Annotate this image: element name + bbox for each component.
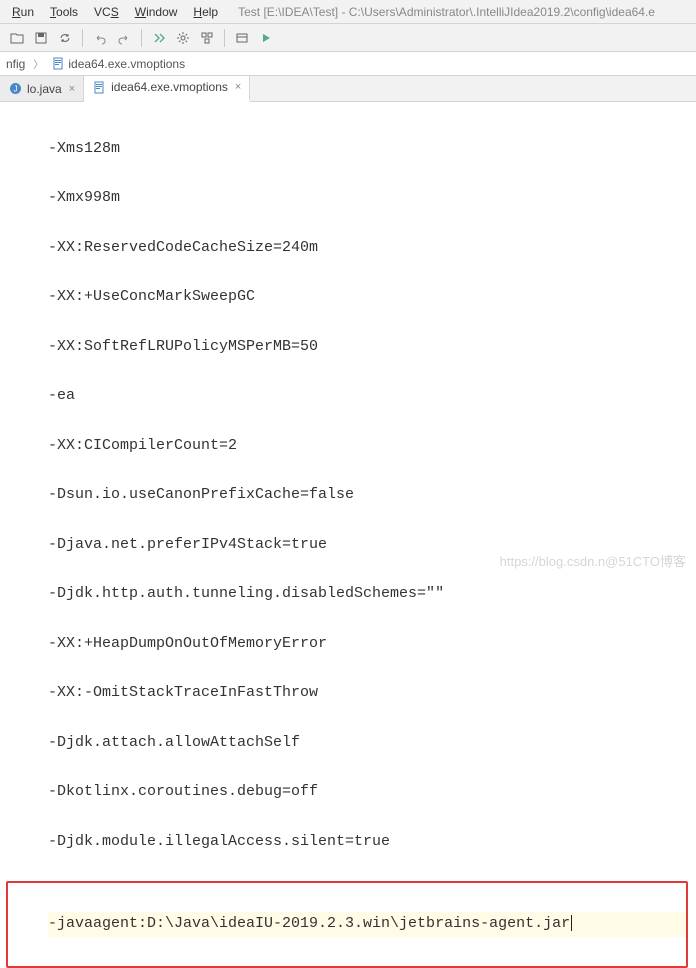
svg-text:J: J: [13, 85, 17, 94]
text-cursor: [571, 915, 572, 931]
editor-line: -XX:SoftRefLRUPolicyMSPerMB=50: [48, 335, 692, 360]
editor-line: -Xmx998m: [48, 186, 692, 211]
redo-icon[interactable]: [113, 27, 135, 49]
editor-line: -ea: [48, 384, 692, 409]
editor-line: -Djdk.module.illegalAccess.silent=true: [48, 830, 692, 855]
breadcrumb-label: nfig: [6, 57, 25, 71]
structure-icon[interactable]: [196, 27, 218, 49]
settings-icon[interactable]: [172, 27, 194, 49]
editor-line: -Djava.net.preferIPv4Stack=true: [48, 533, 692, 558]
toolbar-separator: [224, 29, 225, 47]
chevron-right-icon: 〉: [33, 56, 43, 71]
file-icon: [51, 57, 65, 71]
file-icon: [92, 80, 106, 94]
editor-line: -XX:ReservedCodeCacheSize=240m: [48, 236, 692, 261]
menu-tools[interactable]: Tools: [44, 3, 84, 21]
editor-area[interactable]: -Xms128m -Xmx998m -XX:ReservedCodeCacheS…: [0, 102, 696, 576]
menu-window[interactable]: Window: [129, 3, 184, 21]
editor-line: -XX:+HeapDumpOnOutOfMemoryError: [48, 632, 692, 657]
toolbar-separator: [141, 29, 142, 47]
sync-icon[interactable]: [54, 27, 76, 49]
toolbar-separator: [82, 29, 83, 47]
run-icon[interactable]: [255, 27, 277, 49]
menu-bar: Run Tools VCS Window Help Test [E:\IDEA\…: [0, 0, 696, 24]
editor-line: -Djdk.attach.allowAttachSelf: [48, 731, 692, 756]
breadcrumb-item[interactable]: idea64.exe.vmoptions: [47, 57, 189, 71]
highlighted-annotation: -javaagent:D:\Java\ideaIU-2019.2.3.win\j…: [6, 881, 688, 967]
menu-help[interactable]: Help: [187, 3, 224, 21]
close-icon[interactable]: ×: [69, 83, 75, 95]
breadcrumb-label: idea64.exe.vmoptions: [68, 57, 185, 71]
tab-vmoptions-file[interactable]: idea64.exe.vmoptions ×: [84, 76, 250, 102]
layout-icon[interactable]: [231, 27, 253, 49]
breadcrumb-item[interactable]: nfig: [2, 57, 29, 71]
tab-java-file[interactable]: J lo.java ×: [0, 76, 84, 101]
editor-line: -XX:-OmitStackTraceInFastThrow: [48, 681, 692, 706]
build-icon[interactable]: [148, 27, 170, 49]
save-icon[interactable]: [30, 27, 52, 49]
menu-run[interactable]: Run: [6, 3, 40, 21]
window-title: Test [E:\IDEA\Test] - C:\Users\Administr…: [238, 5, 655, 19]
editor-line: -Dkotlinx.coroutines.debug=off: [48, 780, 692, 805]
editor-line: -XX:CICompilerCount=2: [48, 434, 692, 459]
editor-line: -Djdk.http.auth.tunneling.disabledScheme…: [48, 582, 692, 607]
open-file-icon[interactable]: [6, 27, 28, 49]
editor-line: -Dsun.io.useCanonPrefixCache=false: [48, 483, 692, 508]
tab-label: idea64.exe.vmoptions: [111, 80, 228, 94]
editor-line-highlighted: -javaagent:D:\Java\ideaIU-2019.2.3.win\j…: [48, 912, 686, 937]
breadcrumb: nfig 〉 idea64.exe.vmoptions: [0, 52, 696, 76]
menu-vcs[interactable]: VCS: [88, 3, 125, 21]
tab-label: lo.java: [27, 82, 62, 96]
toolbar: [0, 24, 696, 52]
undo-icon[interactable]: [89, 27, 111, 49]
java-file-icon: J: [8, 82, 22, 96]
editor-tabs: J lo.java × idea64.exe.vmoptions ×: [0, 76, 696, 102]
editor-line: -Xms128m: [48, 137, 692, 162]
editor-text: -javaagent:D:\Java\ideaIU-2019.2.3.win\j…: [48, 915, 570, 932]
close-icon[interactable]: ×: [235, 81, 241, 93]
editor-line: -XX:+UseConcMarkSweepGC: [48, 285, 692, 310]
